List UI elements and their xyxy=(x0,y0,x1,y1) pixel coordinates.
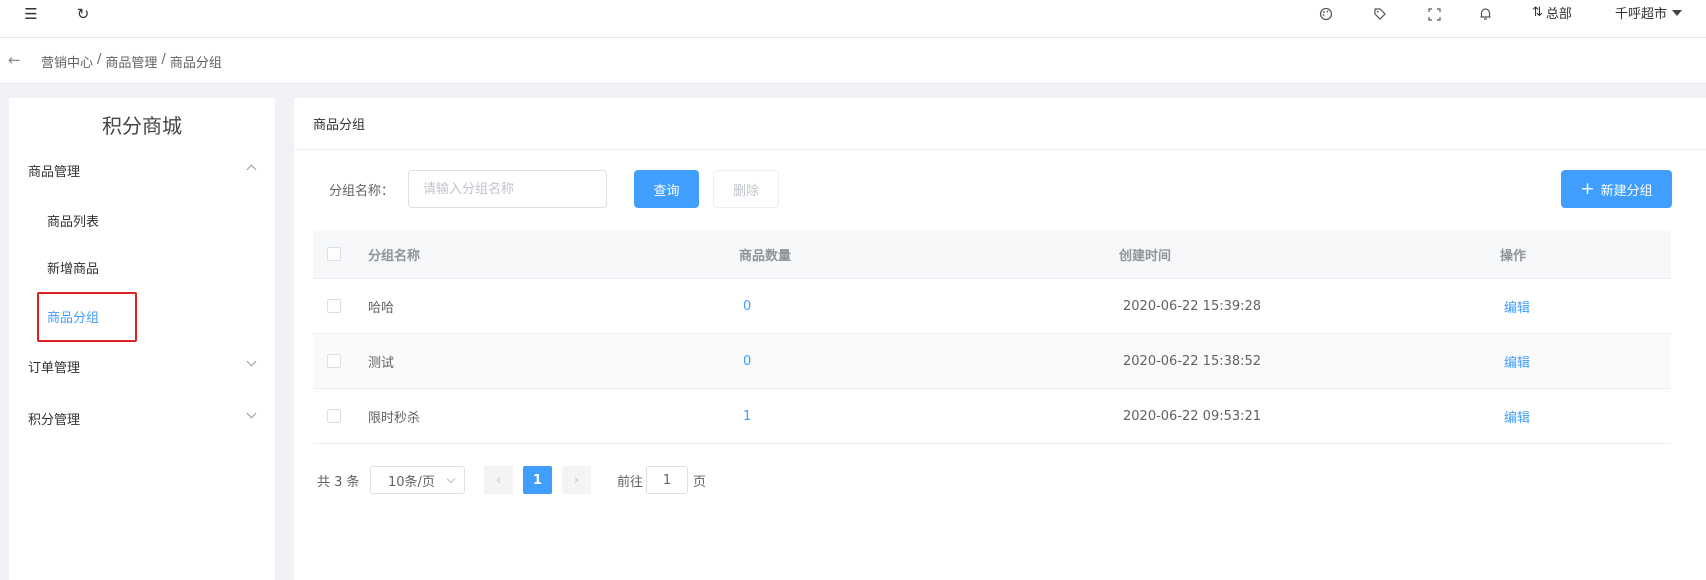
sidebar-item-add-product[interactable]: 新增商品 xyxy=(9,247,275,287)
sidebar-group-label: 积分管理 xyxy=(28,412,81,428)
sidebar-group-label: 商品管理 xyxy=(28,164,81,180)
palette-icon[interactable] xyxy=(1316,4,1336,24)
page-suffix-label: 页 xyxy=(693,475,707,490)
hq-label: 总部 xyxy=(1545,7,1572,22)
goto-page-input[interactable] xyxy=(646,466,688,494)
table-row: 哈哈 0 2020-06-22 15:39:28 编辑 xyxy=(313,279,1671,334)
header-product-count: 商品数量 xyxy=(739,248,792,264)
prev-page-button[interactable]: ‹ xyxy=(484,466,513,494)
store-dropdown[interactable]: 千呼超市 xyxy=(1615,3,1683,22)
chevron-down-icon xyxy=(446,474,456,484)
page-size-select[interactable]: 10条/页 xyxy=(370,466,465,494)
select-all-checkbox[interactable] xyxy=(327,247,341,261)
plus-icon: + xyxy=(1580,178,1595,199)
row-checkbox[interactable] xyxy=(327,354,341,368)
row-checkbox[interactable] xyxy=(327,299,341,313)
sidebar-group-label: 订单管理 xyxy=(28,360,81,376)
pagination-total: 共 3 条 xyxy=(317,475,360,490)
group-name-input[interactable] xyxy=(408,170,607,208)
sidebar-group-points-management[interactable]: 积分管理 xyxy=(9,398,275,438)
cell-product-count-link[interactable]: 1 xyxy=(739,389,751,443)
tag-icon[interactable] xyxy=(1370,4,1390,24)
switch-icon: ⇅ xyxy=(1532,5,1543,20)
chevron-down-icon xyxy=(246,408,257,419)
sidebar: 积分商城 商品管理 商品列表 新增商品 商品分组 订单管理 积分管理 xyxy=(9,98,275,580)
refresh-icon[interactable]: ↻ xyxy=(73,4,93,24)
edit-link[interactable]: 编辑 xyxy=(1500,389,1530,443)
page-size-value: 10条/页 xyxy=(388,474,435,490)
header-group-name: 分组名称 xyxy=(368,248,421,264)
cell-created-time: 2020-06-22 15:38:52 xyxy=(1123,353,1262,369)
breadcrumb-item-product-management[interactable]: 商品管理 xyxy=(105,52,157,71)
breadcrumb-bar: ← 营销中心 / 商品管理 / 商品分组 xyxy=(0,38,1706,84)
page-title: 商品分组 xyxy=(294,98,1706,150)
breadcrumb-item-marketing[interactable]: 营销中心 xyxy=(41,52,93,71)
table-row: 限时秒杀 1 2020-06-22 09:53:21 编辑 xyxy=(313,389,1671,444)
header-created-time: 创建时间 xyxy=(1119,248,1172,264)
new-group-button[interactable]: + 新建分组 xyxy=(1561,170,1672,208)
store-label: 千呼超市 xyxy=(1615,7,1668,22)
breadcrumb-separator: / xyxy=(97,52,102,67)
group-table: 分组名称 商品数量 创建时间 操作 哈哈 0 2020-06-22 15:39:… xyxy=(313,230,1671,444)
fullscreen-icon[interactable] xyxy=(1424,4,1444,24)
goto-label: 前往 xyxy=(617,475,644,490)
bell-icon[interactable] xyxy=(1475,4,1495,24)
sidebar-title: 积分商城 xyxy=(102,114,182,138)
query-button[interactable]: 查询 xyxy=(634,170,699,208)
cell-group-name: 限时秒杀 xyxy=(368,410,421,426)
header-actions: 操作 xyxy=(1500,248,1527,264)
top-bar: ☰ ↻ ⇅ 总部 千呼超市 xyxy=(0,0,1706,38)
back-arrow-icon[interactable]: ← xyxy=(8,51,21,69)
main-panel: 商品分组 分组名称： 查询 删除 + 新建分组 分组名称 商品数量 创建时间 操… xyxy=(294,98,1706,580)
row-checkbox[interactable] xyxy=(327,409,341,423)
sidebar-item-product-list[interactable]: 商品列表 xyxy=(9,200,275,240)
edit-link[interactable]: 编辑 xyxy=(1500,334,1530,388)
sidebar-group-product-management[interactable]: 商品管理 xyxy=(9,150,275,190)
delete-button[interactable]: 删除 xyxy=(713,170,779,208)
hq-switcher[interactable]: ⇅ 总部 xyxy=(1532,3,1572,22)
table-row: 测试 0 2020-06-22 15:38:52 编辑 xyxy=(313,334,1671,389)
edit-link[interactable]: 编辑 xyxy=(1500,279,1530,333)
cell-group-name: 测试 xyxy=(368,355,395,371)
menu-fold-icon[interactable]: ☰ xyxy=(21,4,41,24)
breadcrumb: 营销中心 / 商品管理 / 商品分组 xyxy=(41,52,222,71)
cell-product-count-link[interactable]: 0 xyxy=(739,334,751,388)
cell-product-count-link[interactable]: 0 xyxy=(739,279,751,333)
next-page-button[interactable]: › xyxy=(562,466,591,494)
sidebar-item-label: 新增商品 xyxy=(47,261,100,277)
cell-created-time: 2020-06-22 15:39:28 xyxy=(1123,298,1262,314)
chevron-down-icon xyxy=(246,356,257,367)
cell-group-name: 哈哈 xyxy=(368,300,395,316)
sidebar-item-label: 商品分组 xyxy=(47,310,100,326)
table-header-row: 分组名称 商品数量 创建时间 操作 xyxy=(313,230,1671,279)
breadcrumb-separator: / xyxy=(161,52,166,67)
page-number-current[interactable]: 1 xyxy=(523,466,552,494)
group-name-label: 分组名称： xyxy=(329,184,395,199)
sidebar-item-label: 商品列表 xyxy=(47,214,100,230)
sidebar-item-product-group[interactable]: 商品分组 xyxy=(9,296,275,336)
chevron-up-icon xyxy=(246,164,257,175)
sidebar-group-order-management[interactable]: 订单管理 xyxy=(9,346,275,386)
cell-created-time: 2020-06-22 09:53:21 xyxy=(1123,408,1262,424)
caret-down-icon xyxy=(1672,9,1683,16)
breadcrumb-item-product-group: 商品分组 xyxy=(169,56,222,71)
new-group-label: 新建分组 xyxy=(1600,183,1653,199)
